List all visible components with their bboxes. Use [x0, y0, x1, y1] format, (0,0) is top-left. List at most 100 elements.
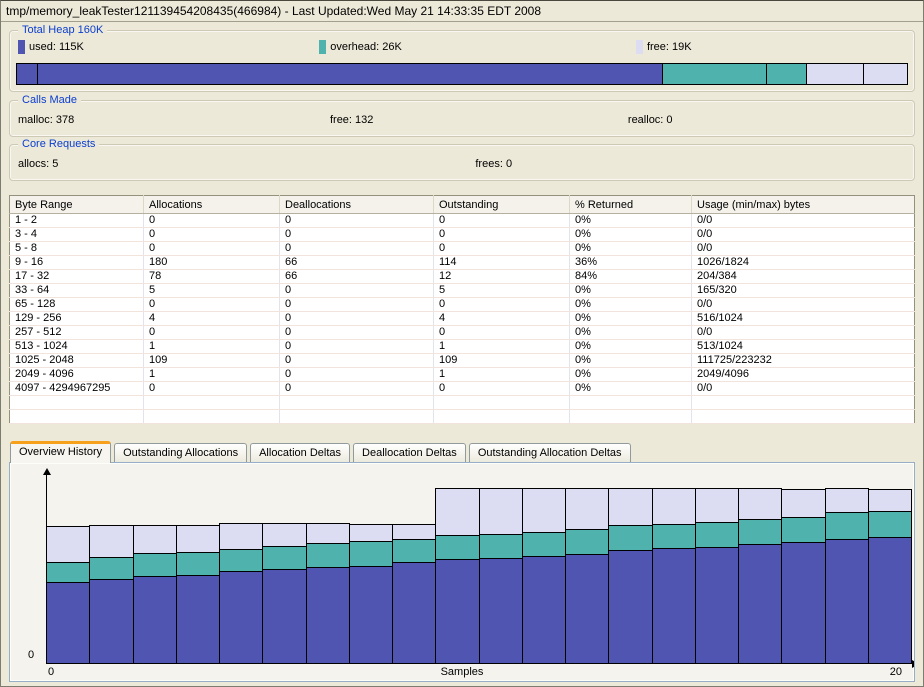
chart-segment-used: [695, 547, 739, 664]
table-row[interactable]: 257 - 5120000%0/0: [10, 326, 915, 340]
chart-segment-used: [89, 579, 134, 664]
chart-segment-used: [435, 559, 480, 664]
table-cell: 0/0: [692, 298, 915, 312]
chart-segment-free: [219, 523, 263, 550]
stat-value: malloc: 378: [18, 114, 74, 126]
table-cell: 9 - 16: [10, 256, 144, 270]
table-cell: 66: [280, 256, 434, 270]
chart-bar: [781, 489, 826, 664]
table-cell: 0%: [570, 228, 692, 242]
total-heap-title: Total Heap 160K: [18, 24, 107, 37]
free-color-swatch-icon: [636, 40, 643, 54]
heap-legend: used: 115Koverhead: 26Kfree: 19K: [16, 40, 908, 55]
column-header[interactable]: Outstanding: [434, 196, 570, 214]
legend-item: used: 115K: [18, 40, 84, 54]
chart-segment-free: [176, 525, 220, 553]
table-cell: 0: [280, 298, 434, 312]
table-cell: 5: [144, 284, 280, 298]
tab-allocation-deltas[interactable]: Allocation Deltas: [250, 443, 350, 462]
chart-segment-used: [781, 542, 826, 664]
table-row[interactable]: 1025 - 204810901090%111725/223232: [10, 354, 915, 368]
column-header[interactable]: Byte Range: [10, 196, 144, 214]
table-cell: 0%: [570, 340, 692, 354]
table-cell: 66: [280, 270, 434, 284]
table-cell: 12: [434, 270, 570, 284]
table-cell: 0/0: [692, 228, 915, 242]
table-cell: 0: [280, 284, 434, 298]
tab-outstanding-allocations[interactable]: Outstanding Allocations: [114, 443, 247, 462]
table-cell: 0%: [570, 214, 692, 228]
x-axis-title: Samples: [10, 666, 914, 678]
table-cell: [692, 396, 915, 410]
table-cell: 129 - 256: [10, 312, 144, 326]
table-cell: 513 - 1024: [10, 340, 144, 354]
table-cell: 0: [144, 298, 280, 312]
column-header[interactable]: Usage (min/max) bytes: [692, 196, 915, 214]
table-cell: [280, 410, 434, 424]
table-cell: 1: [434, 340, 570, 354]
x-end-label: 20: [890, 666, 902, 678]
table-row[interactable]: 17 - 3278661284%204/384: [10, 270, 915, 284]
table-row[interactable]: 5 - 80000%0/0: [10, 242, 915, 256]
chart-segment-overhead: [825, 512, 869, 540]
table-cell: 4097 - 4294967295: [10, 382, 144, 396]
chart-segment-free: [652, 488, 696, 525]
table-row[interactable]: 4097 - 42949672950000%0/0: [10, 382, 915, 396]
table-cell: 1025 - 2048: [10, 354, 144, 368]
table-cell: 114: [434, 256, 570, 270]
chart-segment-used: [522, 556, 566, 664]
chart-bar: [262, 523, 307, 664]
column-header[interactable]: Allocations: [144, 196, 280, 214]
chart-segment-used: [306, 567, 350, 664]
column-header[interactable]: Deallocations: [280, 196, 434, 214]
table-row[interactable]: 3 - 40000%0/0: [10, 228, 915, 242]
table-row[interactable]: 33 - 645050%165/320: [10, 284, 915, 298]
table-cell: 33 - 64: [10, 284, 144, 298]
heap-usage-bar: [16, 63, 908, 85]
tab-outstanding-allocation-deltas[interactable]: Outstanding Allocation Deltas: [469, 443, 631, 462]
table-cell: 204/384: [692, 270, 915, 284]
table-row[interactable]: 65 - 1280000%0/0: [10, 298, 915, 312]
table-cell: 516/1024: [692, 312, 915, 326]
chart-bar: [392, 524, 436, 664]
chart-segment-overhead: [46, 562, 90, 583]
table-cell: 4: [434, 312, 570, 326]
table-cell: 1 - 2: [10, 214, 144, 228]
chart-segment-used: [133, 576, 177, 664]
chart-segment-free: [306, 523, 350, 544]
stat-value: frees: 0: [475, 158, 512, 170]
chart-segment-overhead: [781, 517, 826, 543]
table-cell: 65 - 128: [10, 298, 144, 312]
table-cell: [570, 396, 692, 410]
chart-segment-used: [219, 571, 263, 664]
chart-bar: [738, 488, 782, 664]
calls-made-group: Calls Made malloc: 378free: 132realloc: …: [9, 100, 915, 137]
table-row[interactable]: 129 - 2564040%516/1024: [10, 312, 915, 326]
legend-item: overhead: 26K: [319, 40, 402, 54]
tab-deallocation-deltas[interactable]: Deallocation Deltas: [353, 443, 466, 462]
chart-segment-used: [652, 548, 696, 664]
table-row[interactable]: 513 - 10241010%513/1024: [10, 340, 915, 354]
chart-segment-used: [608, 550, 653, 664]
table-cell: 257 - 512: [10, 326, 144, 340]
used-color-swatch-icon: [18, 40, 25, 54]
column-header[interactable]: % Returned: [570, 196, 692, 214]
table-row[interactable]: 1 - 20000%0/0: [10, 214, 915, 228]
table-cell: 180: [144, 256, 280, 270]
chart-segment-free: [479, 488, 523, 535]
table-cell: 0: [280, 326, 434, 340]
chart-segment-free: [435, 488, 480, 536]
table-cell: [434, 396, 570, 410]
chart-segment-free: [522, 488, 566, 533]
table-row[interactable]: 9 - 161806611436%1026/1824: [10, 256, 915, 270]
table-cell: 78: [144, 270, 280, 284]
heap-bar-segment-used: [38, 64, 663, 84]
table-cell: 0: [144, 326, 280, 340]
table-row[interactable]: 2049 - 40961010%2049/4096: [10, 368, 915, 382]
heap-bar-segment-overhead: [767, 64, 807, 84]
table-cell: 0: [434, 326, 570, 340]
chart-segment-overhead: [392, 539, 436, 563]
chart-segment-overhead: [522, 532, 566, 557]
tab-overview-history[interactable]: Overview History: [10, 441, 111, 463]
chart-segment-free: [133, 525, 177, 554]
